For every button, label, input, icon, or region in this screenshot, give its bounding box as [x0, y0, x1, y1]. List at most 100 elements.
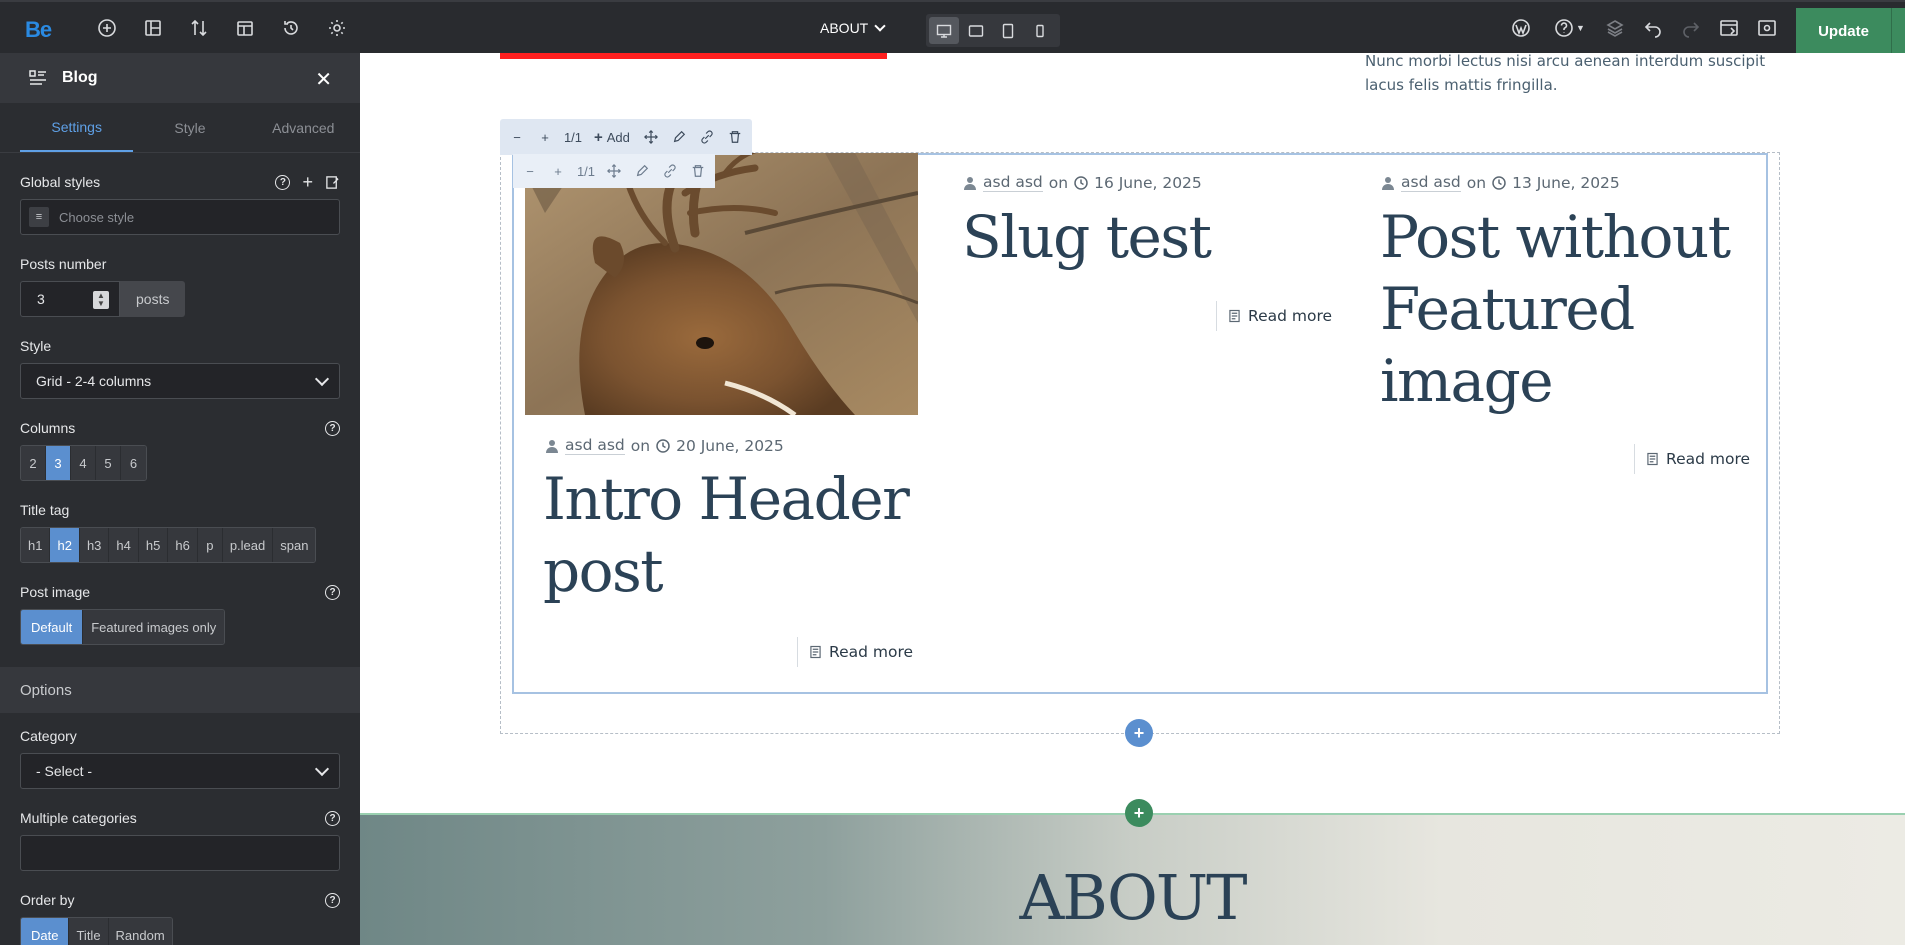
- add-icon[interactable]: +: [302, 173, 313, 191]
- sort-icon[interactable]: [188, 17, 210, 39]
- read-more-link[interactable]: Read more: [1216, 301, 1332, 331]
- preview-icon[interactable]: [1718, 17, 1740, 39]
- undo-icon[interactable]: [1642, 17, 1664, 39]
- document-icon: [1647, 452, 1658, 466]
- about-heading[interactable]: ABOUT: [360, 861, 1905, 934]
- close-icon[interactable]: ✕: [315, 67, 332, 92]
- decrease-size-button[interactable]: −: [504, 124, 530, 150]
- title-tag-option[interactable]: p: [197, 528, 223, 562]
- options-heading[interactable]: Options: [0, 667, 360, 713]
- redo-icon[interactable]: [1680, 17, 1702, 39]
- add-element-button[interactable]: + Add: [588, 124, 636, 150]
- move-icon[interactable]: [638, 124, 664, 150]
- title-tag-option[interactable]: h5: [138, 528, 169, 562]
- update-options-button[interactable]: [1891, 8, 1905, 55]
- help-icon[interactable]: ?: [325, 584, 340, 600]
- tab-settings[interactable]: Settings: [20, 103, 134, 152]
- plus-circle-icon[interactable]: [96, 17, 118, 39]
- order-by-option[interactable]: Date: [21, 918, 70, 945]
- help-icon[interactable]: ?: [325, 892, 340, 908]
- trash-icon[interactable]: [722, 124, 748, 150]
- size-label[interactable]: 1/1: [573, 158, 599, 184]
- style-select[interactable]: Grid - 2-4 columns: [20, 363, 340, 399]
- title-tag-option[interactable]: h6: [168, 528, 198, 562]
- title-tag-option[interactable]: h4: [109, 528, 139, 562]
- edit-icon[interactable]: [666, 124, 692, 150]
- trash-icon[interactable]: [685, 158, 711, 184]
- post-author[interactable]: asd asd: [983, 173, 1043, 192]
- multiple-categories-input[interactable]: [20, 835, 340, 871]
- order-by-option[interactable]: Title: [69, 918, 109, 945]
- stepper-icon[interactable]: ▲ ▼: [93, 291, 109, 309]
- post-title[interactable]: Slug test: [962, 201, 1342, 273]
- increase-size-button[interactable]: +: [545, 158, 571, 184]
- panel-title: Blog: [62, 69, 98, 86]
- read-more-link[interactable]: Read more: [1634, 444, 1750, 474]
- title-tag-option[interactable]: h2: [50, 528, 80, 562]
- columns-option[interactable]: 3: [46, 446, 71, 480]
- post-image-option[interactable]: Featured images only: [83, 610, 225, 644]
- post-title[interactable]: Post without Featured image: [1380, 201, 1760, 417]
- tab-style[interactable]: Style: [133, 103, 246, 152]
- desktop-icon[interactable]: [929, 17, 959, 44]
- posts-number-row: Posts number: [20, 255, 340, 273]
- template-icon[interactable]: [234, 17, 256, 39]
- wordpress-icon[interactable]: [1510, 17, 1532, 39]
- chevron-down-icon: [314, 761, 330, 776]
- duplicate-icon[interactable]: [657, 158, 683, 184]
- title-tag-option[interactable]: p.lead: [222, 528, 274, 562]
- title-tag-option[interactable]: span: [273, 528, 316, 562]
- move-icon[interactable]: [601, 158, 627, 184]
- style-row: Style: [20, 337, 340, 355]
- columns-option[interactable]: 5: [96, 446, 121, 480]
- chevron-down-icon: [874, 20, 886, 32]
- help-icon[interactable]: ▼: [1554, 17, 1588, 39]
- blog-icon: [28, 68, 48, 88]
- read-more-link[interactable]: Read more: [797, 637, 913, 667]
- add-section-icon[interactable]: +: [1125, 799, 1153, 827]
- columns-option[interactable]: 4: [71, 446, 96, 480]
- columns-option[interactable]: 6: [121, 446, 146, 480]
- add-element-icon[interactable]: +: [1125, 719, 1153, 747]
- history-icon[interactable]: [280, 17, 302, 39]
- edit-style-icon[interactable]: [325, 175, 340, 190]
- layers-icon[interactable]: [1604, 17, 1626, 39]
- help-icon[interactable]: ?: [325, 810, 340, 826]
- post-featured-image[interactable]: [525, 153, 918, 415]
- decrease-size-button[interactable]: −: [517, 158, 543, 184]
- mobile-icon[interactable]: [1025, 17, 1055, 44]
- tablet-landscape-icon[interactable]: [961, 17, 991, 44]
- edit-icon[interactable]: [629, 158, 655, 184]
- read-more-label: Read more: [829, 643, 914, 661]
- help-icon[interactable]: ?: [325, 420, 340, 436]
- post-author[interactable]: asd asd: [1401, 173, 1461, 192]
- add-section-icon[interactable]: [142, 17, 164, 39]
- title-tag-option[interactable]: h3: [79, 528, 110, 562]
- global-style-select[interactable]: ≡ Choose style: [20, 199, 340, 235]
- increase-size-button[interactable]: +: [532, 124, 558, 150]
- post-image-option[interactable]: Default: [21, 610, 84, 644]
- page-selector[interactable]: ABOUT: [820, 20, 886, 36]
- post-title[interactable]: Intro Header post: [543, 463, 923, 607]
- visibility-icon[interactable]: [1756, 17, 1778, 39]
- clock-icon: [1492, 175, 1506, 190]
- duplicate-icon[interactable]: [694, 124, 720, 150]
- tab-advanced[interactable]: Advanced: [247, 103, 360, 152]
- tablet-portrait-icon[interactable]: [993, 17, 1023, 44]
- size-label[interactable]: 1/1: [560, 124, 586, 150]
- help-icon[interactable]: ?: [275, 174, 291, 190]
- panel-tabs: Settings Style Advanced: [0, 103, 360, 153]
- title-tag-option[interactable]: h1: [21, 528, 51, 562]
- settings-icon[interactable]: [326, 17, 348, 39]
- be-logo[interactable]: Be: [25, 17, 52, 43]
- columns-option[interactable]: 2: [21, 446, 46, 480]
- order-by-option[interactable]: Random: [108, 918, 172, 945]
- post-author[interactable]: asd asd: [565, 436, 625, 455]
- read-more-label: Read more: [1248, 307, 1333, 325]
- posts-number-input[interactable]: 3 ▲ ▼: [20, 281, 120, 317]
- update-button[interactable]: Update: [1796, 8, 1891, 55]
- post-meta: asd asd on 20 June, 2025: [545, 436, 784, 455]
- global-styles-row: Global styles ? +: [20, 173, 340, 191]
- columns-label: Columns: [20, 420, 76, 436]
- category-select[interactable]: - Select -: [20, 753, 340, 789]
